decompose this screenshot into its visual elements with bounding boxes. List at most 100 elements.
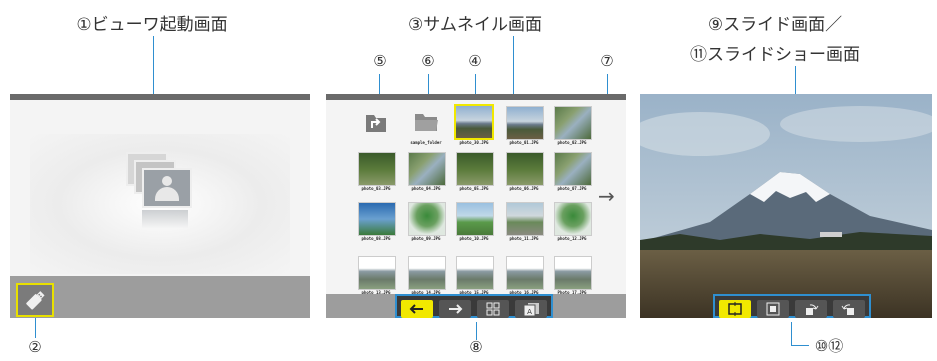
thumbnail-item[interactable]: photo_11.JPG xyxy=(506,202,546,244)
thumbnail-filename: photo_04.JPG xyxy=(411,186,441,191)
slideshow-button[interactable]: A xyxy=(515,300,547,318)
thumbnail-image xyxy=(408,202,446,236)
caption-thumbnail-screen: ③サムネイル画面 xyxy=(408,15,542,35)
usb-memory-button[interactable] xyxy=(16,283,54,317)
rotate-right-button[interactable] xyxy=(795,300,827,318)
thumbnail-item[interactable]: photo_04.JPG xyxy=(408,152,448,194)
caption-slide-screen: ⑨スライド画面／ xyxy=(707,15,843,35)
top-bar xyxy=(10,94,310,100)
label-5: ⑤ xyxy=(373,52,387,70)
label-2: ② xyxy=(28,338,42,356)
thumbnail-item[interactable]: sample_folder xyxy=(408,106,448,148)
top-bar xyxy=(326,94,626,100)
label-8: ⑧ xyxy=(469,338,483,356)
slideshow-icon: A xyxy=(523,303,539,317)
actual-size-button[interactable] xyxy=(757,300,789,318)
thumbnail-image xyxy=(506,256,544,290)
thumbnail-image xyxy=(554,202,592,236)
thumbnail-item[interactable]: Photo_17.JPG xyxy=(554,256,594,298)
thumbnail-item[interactable]: photo_05.JPG xyxy=(456,152,496,194)
thumbnail-image xyxy=(454,104,494,140)
thumbnail-item[interactable]: photo_02.JPG xyxy=(554,106,594,148)
slide-screen xyxy=(640,94,932,318)
thumbnail-item[interactable] xyxy=(358,106,398,148)
thumbnail-image xyxy=(358,202,396,236)
usb-icon xyxy=(26,291,45,310)
rotate-right-icon xyxy=(806,304,819,315)
arrow-left-icon xyxy=(409,304,423,314)
thumbnail-image xyxy=(358,256,396,290)
thumbnail-filename: photo_03.JPG xyxy=(361,186,391,191)
label-4: ④ xyxy=(468,52,482,70)
label-6: ⑥ xyxy=(421,52,435,70)
up-folder-icon xyxy=(366,115,386,132)
thumbnail-filename: photo_12.JPG xyxy=(557,236,587,241)
thumbnail-filename: photo_05.JPG xyxy=(459,186,489,191)
thumbnail-filename: photo_10.JPG xyxy=(459,236,489,241)
thumbnail-image xyxy=(506,106,544,140)
thumbnail-image xyxy=(554,152,592,186)
thumbnail-filename: photo_09.JPG xyxy=(411,236,441,241)
thumbnail-item[interactable]: photo_10.JPG xyxy=(456,202,496,244)
thumbnail-item[interactable]: photo_01.JPG xyxy=(506,106,546,148)
grid-icon xyxy=(486,302,500,316)
thumbnail-item[interactable]: photo_07.JPG xyxy=(554,152,594,194)
caption-viewer-start: ①ビューワ起動画面 xyxy=(76,15,228,35)
bottom-bar xyxy=(10,276,310,318)
thumbnail-image xyxy=(506,202,544,236)
thumbnail-toolbar: A xyxy=(395,294,553,318)
thumbnail-item[interactable]: photo_30.JPG xyxy=(454,104,496,148)
actual-size-icon xyxy=(766,302,780,316)
callout-line-2 xyxy=(35,318,36,338)
thumbnail-image xyxy=(456,256,494,290)
slide-toolbar xyxy=(713,294,871,318)
thumbnail-filename: photo_08.JPG xyxy=(361,236,391,241)
thumbnail-item[interactable]: photo_14.JPG xyxy=(408,256,448,298)
thumbnail-item[interactable]: photo_06.JPG xyxy=(506,152,546,194)
thumbnail-screen: sample_folder photo_30.JPG photo_01.JPG pho… xyxy=(326,94,626,318)
thumbnail-item[interactable]: photo_13.JPG xyxy=(358,256,398,298)
thumbnail-item[interactable]: photo_09.JPG xyxy=(408,202,448,244)
thumbnail-image xyxy=(506,152,544,186)
fit-screen-icon xyxy=(728,302,742,316)
label-10-12: ⑩⑫ xyxy=(814,337,844,355)
thumbnail-image xyxy=(408,152,446,186)
thumbnail-image xyxy=(456,202,494,236)
thumbnail-image xyxy=(408,256,446,290)
next-page-arrow[interactable]: → xyxy=(598,184,615,208)
rotate-left-button[interactable] xyxy=(833,300,865,318)
caption-slideshow-screen: ⑪スライドショー画面 xyxy=(690,45,860,65)
svg-text:A: A xyxy=(527,308,532,316)
callout-line-1 xyxy=(153,36,154,94)
thumbnail-item[interactable]: photo_15.JPG xyxy=(456,256,496,298)
arrow-right-icon xyxy=(449,304,463,314)
callout-line-10-h xyxy=(791,345,809,346)
slide-photo xyxy=(640,94,932,318)
thumbnail-filename: photo_11.JPG xyxy=(509,236,539,241)
label-7: ⑦ xyxy=(600,52,614,70)
folder-icon xyxy=(415,114,438,131)
thumbnail-item[interactable]: photo_08.JPG xyxy=(358,202,398,244)
next-page-button[interactable] xyxy=(439,300,471,318)
thumbnail-filename: photo_07.JPG xyxy=(557,186,587,191)
fit-screen-button[interactable] xyxy=(719,300,751,318)
callout-line-9 xyxy=(795,66,796,94)
photos-logo-icon xyxy=(126,152,196,232)
callout-line-10-v xyxy=(791,322,792,346)
thumbnail-item[interactable]: photo_03.JPG xyxy=(358,152,398,194)
callout-line-3 xyxy=(513,36,514,94)
thumbnail-filename: sample_folder xyxy=(410,140,442,145)
thumbnail-filename: photo_02.JPG xyxy=(557,140,587,145)
rotate-left-icon xyxy=(841,304,854,315)
thumbnail-view-button[interactable] xyxy=(477,300,509,318)
thumbnail-image xyxy=(358,152,396,186)
prev-page-button[interactable] xyxy=(401,300,433,318)
thumbnail-image xyxy=(456,152,494,186)
thumbnail-filename: photo_01.JPG xyxy=(509,140,539,145)
thumbnail-item[interactable]: photo_16.JPG xyxy=(506,256,546,298)
thumbnail-filename: photo_30.JPG xyxy=(459,140,489,145)
viewer-start-screen xyxy=(10,94,310,318)
thumbnail-item[interactable]: photo_12.JPG xyxy=(554,202,594,244)
thumbnail-image xyxy=(554,256,592,290)
thumbnail-image xyxy=(554,106,592,140)
